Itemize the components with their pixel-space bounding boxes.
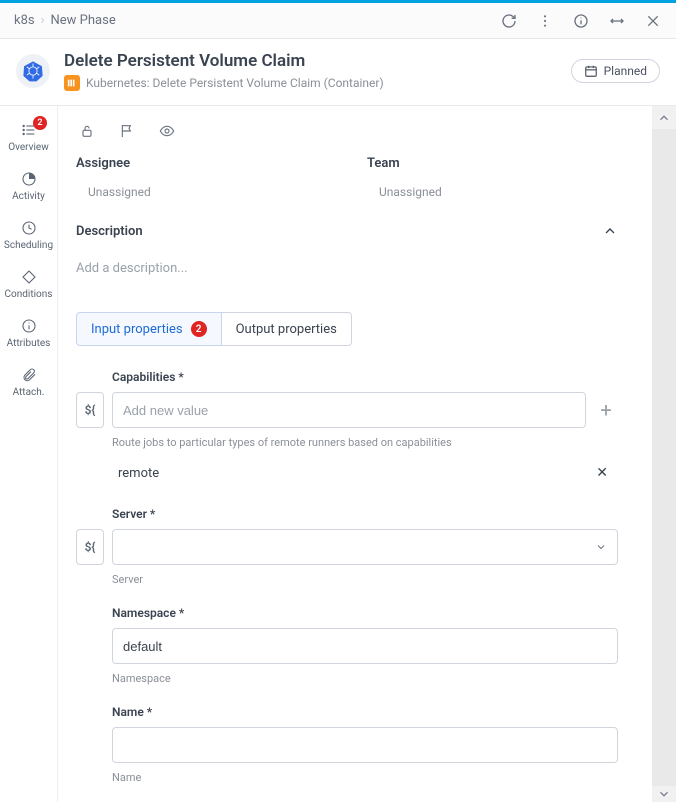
sidebar-item-attachments[interactable]: Attach. — [0, 357, 57, 406]
sidebar-item-label: Overview — [8, 142, 49, 153]
sidebar-item-scheduling[interactable]: Scheduling — [0, 210, 57, 259]
overview-badge: 2 — [33, 116, 47, 130]
scroll-down-icon[interactable] — [657, 786, 671, 802]
variable-button[interactable]: ${ — [76, 392, 104, 428]
capabilities-input[interactable] — [112, 392, 586, 428]
assignee-value[interactable]: Unassigned — [88, 185, 327, 199]
chevron-down-icon — [595, 541, 607, 553]
sidebar-item-attributes[interactable]: Attributes — [0, 308, 57, 357]
remove-chip-icon[interactable]: ✕ — [592, 465, 612, 481]
name-label: Name * — [112, 705, 618, 719]
field-name: Name * Name — [76, 705, 648, 784]
right-scrollbar[interactable] — [652, 106, 676, 802]
server-help: Server — [112, 573, 618, 586]
team-value[interactable]: Unassigned — [379, 185, 618, 199]
chevron-up-icon — [602, 223, 618, 239]
properties-tabs: Input properties 2 Output properties — [76, 312, 648, 346]
sidebar-item-activity[interactable]: Activity — [0, 161, 57, 210]
status-pill[interactable]: Planned — [571, 59, 660, 83]
assignment-row: Assignee Unassigned Team Unassigned — [76, 156, 648, 199]
sidebar: 2 Overview Activity Scheduling Condition… — [0, 106, 58, 802]
title-block: Delete Persistent Volume Claim Kubernete… — [64, 51, 557, 91]
name-help: Name — [112, 771, 618, 784]
main-content: Assignee Unassigned Team Unassigned Desc… — [58, 106, 652, 802]
status-label: Planned — [604, 64, 647, 78]
info-icon[interactable] — [572, 12, 590, 30]
tab-input-properties[interactable]: Input properties 2 — [76, 312, 222, 346]
lock-icon[interactable] — [78, 122, 96, 140]
paperclip-icon — [21, 367, 37, 383]
tab-label: Output properties — [236, 322, 337, 337]
variable-button[interactable]: ${ — [76, 529, 104, 565]
sidebar-item-label: Conditions — [5, 289, 53, 300]
calendar-icon — [584, 64, 598, 78]
more-menu-icon[interactable] — [536, 12, 554, 30]
capabilities-help: Route jobs to particular types of remote… — [112, 436, 618, 449]
description-header[interactable]: Description — [76, 223, 648, 239]
info-circle-icon — [21, 318, 37, 334]
team-block: Team Unassigned — [367, 156, 618, 199]
refresh-icon[interactable] — [500, 12, 518, 30]
breadcrumb-current[interactable]: New Phase — [51, 13, 116, 28]
tab-label: Input properties — [91, 322, 183, 337]
activity-icon — [21, 171, 37, 187]
clock-icon — [21, 220, 37, 236]
name-input[interactable] — [112, 727, 618, 763]
field-capabilities: Capabilities * ${ + Route jobs to partic… — [76, 370, 648, 487]
title-row: Delete Persistent Volume Claim Kubernete… — [0, 39, 676, 106]
flag-icon[interactable] — [118, 122, 136, 140]
sidebar-item-overview[interactable]: 2 Overview — [0, 112, 57, 161]
subtitle-text: Kubernetes: Delete Persistent Volume Cla… — [86, 76, 384, 90]
capability-chip-label: remote — [118, 466, 159, 481]
namespace-help: Namespace — [112, 672, 618, 685]
breadcrumb-root[interactable]: k8s — [14, 13, 35, 28]
input-tab-badge: 2 — [191, 321, 207, 337]
description-label: Description — [76, 224, 143, 239]
header-actions — [500, 12, 662, 30]
sidebar-item-label: Activity — [12, 191, 45, 202]
scroll-up-icon[interactable] — [657, 110, 671, 129]
content-action-icons — [76, 118, 648, 156]
sidebar-item-conditions[interactable]: Conditions — [0, 259, 57, 308]
header-bar: k8s › New Phase — [0, 3, 676, 39]
diamond-icon — [21, 269, 37, 285]
kubernetes-logo-icon — [16, 54, 50, 88]
sidebar-item-label: Scheduling — [4, 240, 53, 251]
page-title: Delete Persistent Volume Claim — [64, 51, 557, 71]
breadcrumb-separator-icon: › — [41, 13, 45, 28]
team-label: Team — [367, 156, 618, 171]
scroll-track[interactable] — [652, 129, 676, 786]
sidebar-item-label: Attributes — [7, 338, 51, 349]
container-icon — [64, 75, 80, 91]
subtitle-line: Kubernetes: Delete Persistent Volume Cla… — [64, 75, 557, 91]
field-server: Server * ${ Server — [76, 507, 648, 586]
namespace-label: Namespace * — [112, 606, 618, 620]
sidebar-item-label: Attach. — [13, 387, 45, 398]
capabilities-label: Capabilities * — [112, 370, 618, 384]
field-namespace: Namespace * Namespace — [76, 606, 648, 685]
description-placeholder[interactable]: Add a description... — [76, 239, 648, 312]
namespace-input[interactable] — [112, 628, 618, 664]
capability-chip: remote ✕ — [112, 459, 618, 487]
expand-horizontal-icon[interactable] — [608, 12, 626, 30]
assignee-label: Assignee — [76, 156, 327, 171]
eye-icon[interactable] — [158, 122, 176, 140]
assignee-block: Assignee Unassigned — [76, 156, 327, 199]
close-icon[interactable] — [644, 12, 662, 30]
breadcrumb: k8s › New Phase — [14, 13, 500, 28]
server-select[interactable] — [112, 529, 618, 565]
server-label: Server * — [112, 507, 618, 521]
tab-output-properties[interactable]: Output properties — [222, 312, 352, 346]
add-capability-button[interactable]: + — [594, 398, 618, 422]
